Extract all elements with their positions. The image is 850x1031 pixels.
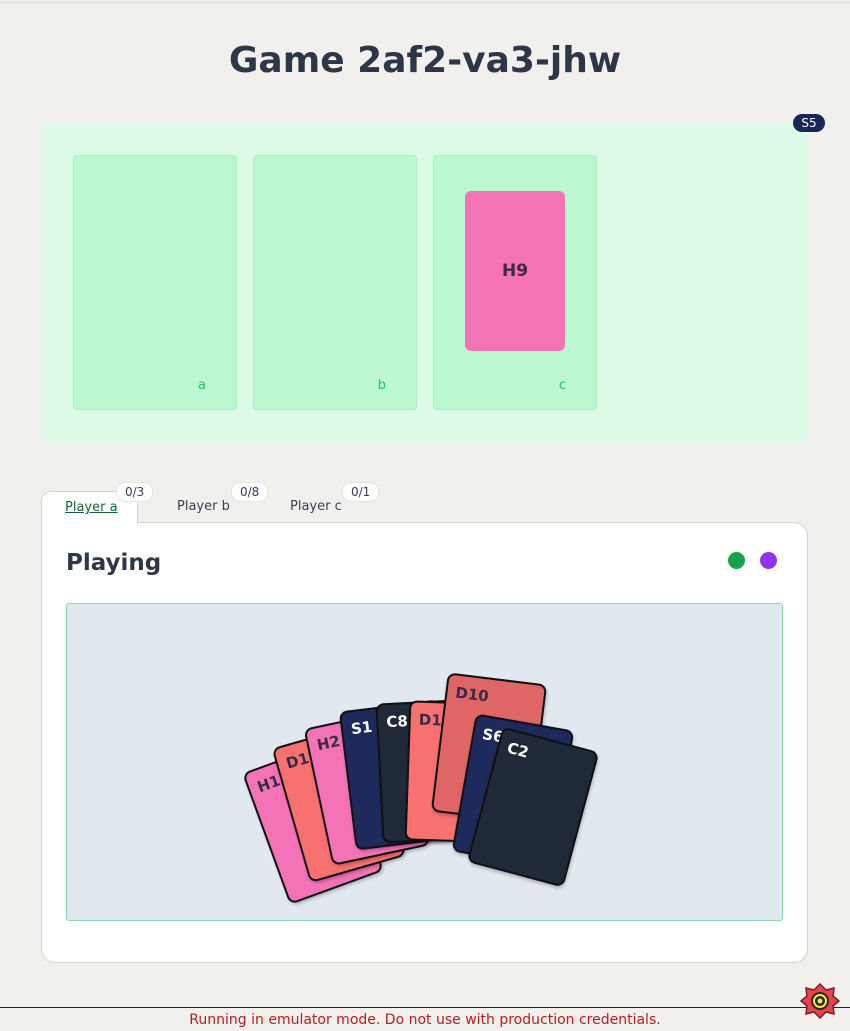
- tab-count-badge: 0/3: [116, 482, 154, 502]
- status-dot-green: [728, 552, 745, 569]
- status-dot-purple: [760, 552, 777, 569]
- played-card[interactable]: H9: [465, 191, 565, 351]
- tab-count-badge: 0/1: [342, 482, 380, 502]
- slot-label: c: [558, 378, 566, 393]
- tab-player-b[interactable]: Player b: [177, 491, 230, 523]
- player-slot-b[interactable]: b: [253, 155, 417, 410]
- panel-title: Playing: [66, 550, 162, 576]
- footer-divider: [0, 1007, 850, 1008]
- stack-badge: S5: [793, 114, 825, 132]
- hand-area: H11 D12 H2 S1 C8 D11 D10 S6 C2: [66, 603, 783, 921]
- card-label: C8: [385, 712, 409, 732]
- card-label: S1: [349, 717, 374, 739]
- card-label: C2: [505, 738, 531, 762]
- tab-label: Player a: [65, 500, 118, 515]
- emulator-warning: Running in emulator mode. Do not use wit…: [189, 1012, 661, 1028]
- top-divider: [0, 2, 850, 3]
- card-label: H2: [315, 731, 342, 755]
- firebase-emulator-logo: [800, 982, 840, 1020]
- tab-label: Player c: [290, 499, 342, 514]
- tab-player-c[interactable]: Player c: [290, 491, 342, 523]
- card-label: D10: [454, 683, 490, 706]
- slot-label: a: [198, 378, 206, 393]
- tab-count-badge: 0/8: [231, 482, 269, 502]
- slot-label: b: [377, 378, 386, 393]
- player-slot-a[interactable]: a: [73, 155, 237, 410]
- tab-label: Player b: [177, 499, 230, 514]
- page-title: Game 2af2-va3-jhw: [228, 40, 622, 81]
